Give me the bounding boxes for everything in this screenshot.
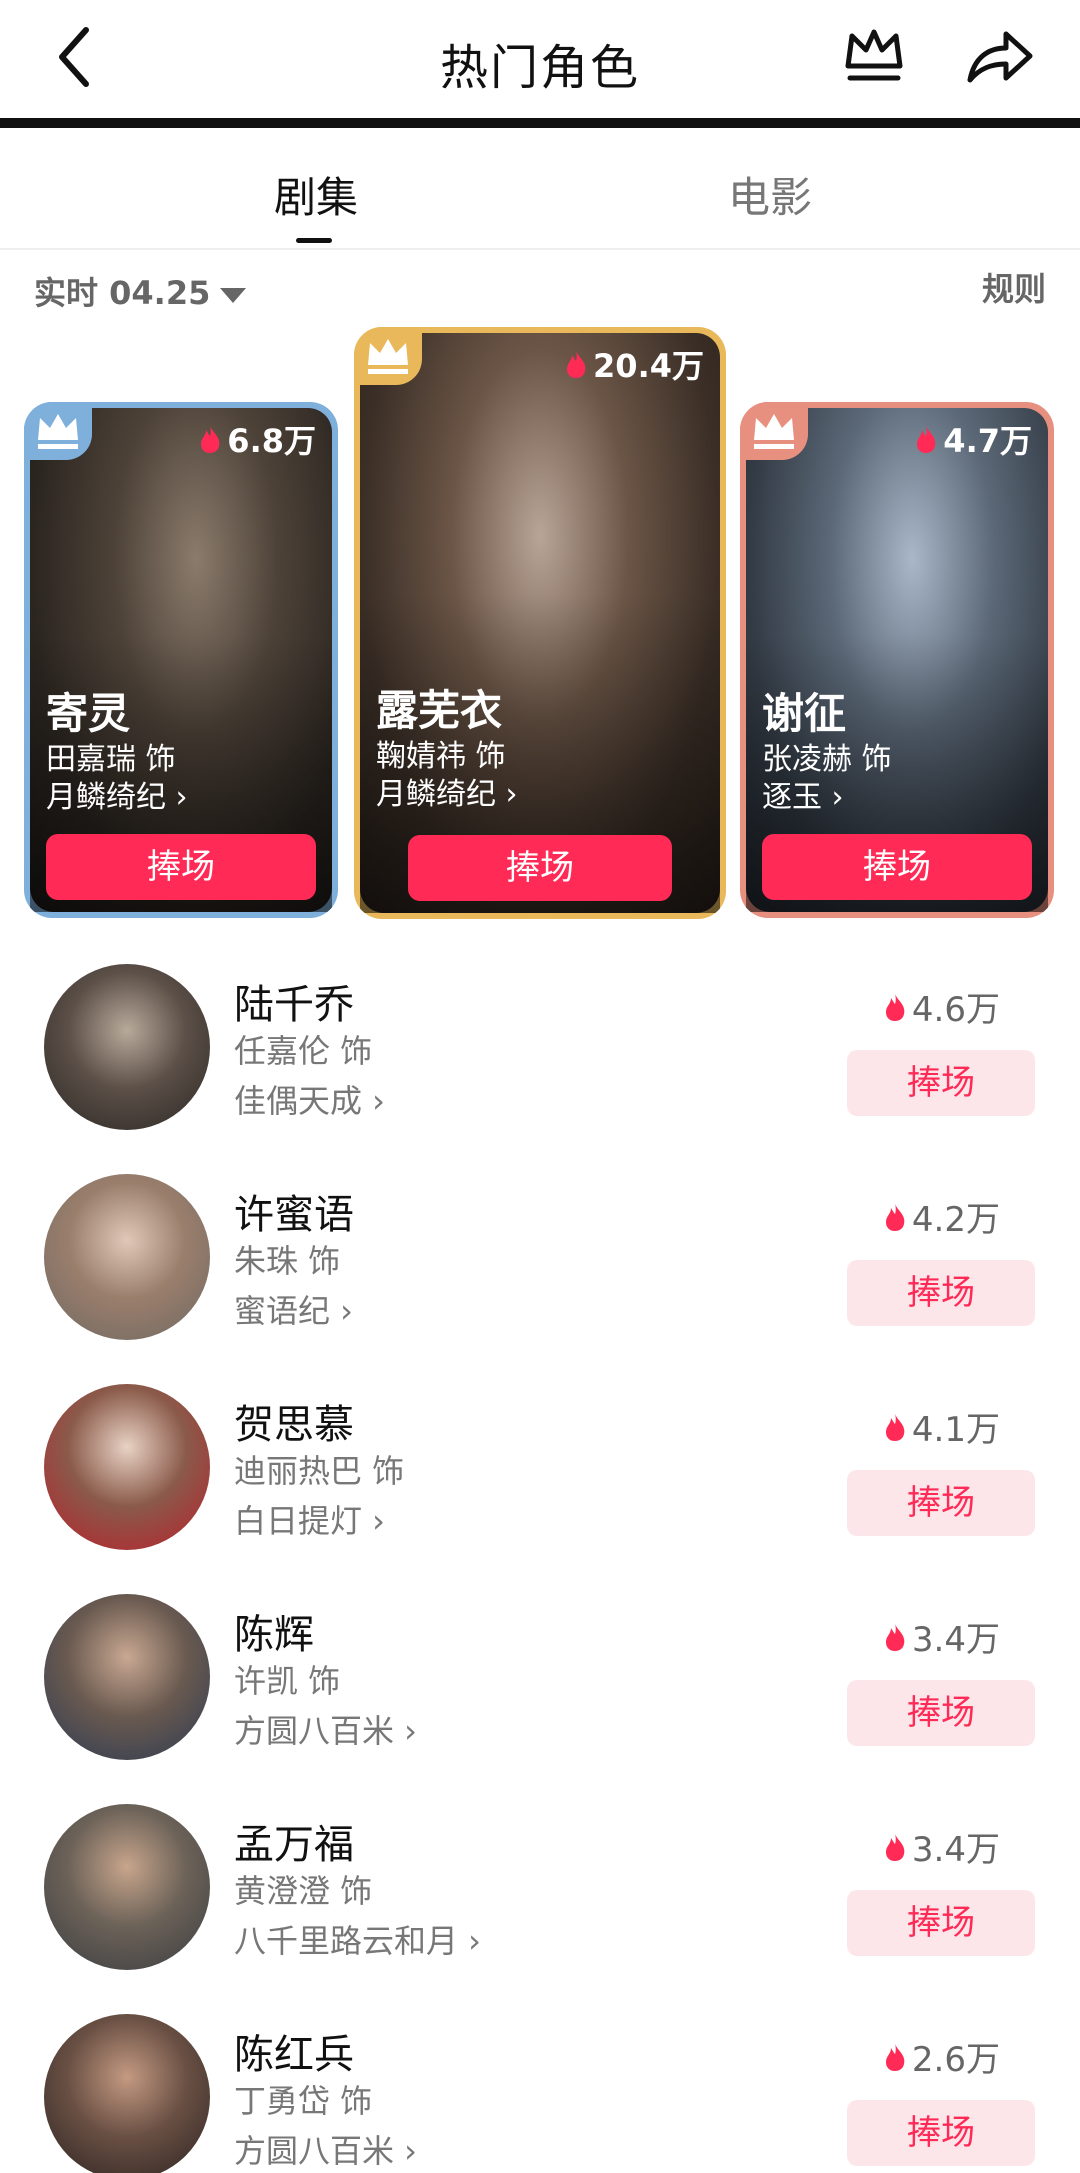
character-name: 陈辉	[234, 1612, 314, 1658]
show-link[interactable]: 逐玉 ›	[762, 772, 844, 816]
actor-name: 朱珠 饰	[234, 1242, 341, 1280]
actor-name: 任嘉伦 饰	[234, 1032, 373, 1070]
podium-card-third[interactable]: 4.7万 谢征 张凌赫 饰 逐玉 › 捧场	[740, 402, 1054, 918]
avatar	[44, 2014, 210, 2173]
header-divider	[0, 118, 1080, 128]
list-item[interactable]: 陆千乔 任嘉伦 饰 佳偶天成 › 4.6万 捧场	[0, 964, 1080, 1174]
list-item[interactable]: 许蜜语 朱珠 饰 蜜语纪 › 4.2万 捧场	[0, 1174, 1080, 1384]
character-name: 孟万福	[234, 1822, 354, 1868]
cheer-button[interactable]: 捧场	[847, 2100, 1035, 2166]
heat-count: 4.2万	[882, 1192, 1000, 1241]
character-poster	[360, 333, 720, 913]
caret-down-icon	[220, 287, 247, 303]
heat-count: 4.1万	[882, 1402, 1000, 1451]
show-link[interactable]: 八千里路云和月 ›	[234, 1916, 481, 1962]
cheer-button[interactable]: 捧场	[847, 1470, 1035, 1536]
character-name: 露芜衣	[376, 686, 503, 735]
actor-name: 丁勇岱 饰	[234, 2082, 373, 2120]
list-item[interactable]: 陈辉 许凯 饰 方圆八百米 › 3.4万 捧场	[0, 1594, 1080, 1804]
cheer-button[interactable]: 捧场	[847, 1890, 1035, 1956]
cheer-button[interactable]: 捧场	[847, 1680, 1035, 1746]
tab-movie[interactable]: 电影	[728, 164, 812, 225]
cheer-button[interactable]: 捧场	[847, 1050, 1035, 1116]
avatar	[44, 964, 210, 1130]
fire-icon	[885, 1833, 905, 1861]
heat-count: 2.6万	[882, 2032, 1000, 2081]
cheer-button[interactable]: 捧场	[408, 835, 672, 901]
character-name: 许蜜语	[234, 1192, 354, 1238]
show-link[interactable]: 月鳞绮纪 ›	[376, 769, 518, 813]
top-bar: 热门角色	[0, 0, 1080, 118]
character-name: 陈红兵	[234, 2032, 354, 2078]
heat-count: 4.6万	[882, 982, 1000, 1031]
active-tab-indicator	[296, 238, 332, 243]
page-title: 热门角色	[439, 40, 640, 96]
fire-icon	[567, 351, 586, 378]
fire-icon	[885, 1203, 905, 1231]
heat-badge: 20.4万	[563, 341, 704, 387]
share-arrow-icon[interactable]	[964, 24, 1036, 88]
fire-icon	[885, 2043, 905, 2071]
show-link[interactable]: 月鳞绮纪 ›	[46, 772, 188, 816]
show-link[interactable]: 白日提灯 ›	[234, 1496, 385, 1542]
podium-card-first[interactable]: 20.4万 露芜衣 鞠婧祎 饰 月鳞绮纪 › 捧场	[354, 327, 726, 919]
avatar	[44, 1174, 210, 1340]
cheer-button[interactable]: 捧场	[847, 1260, 1035, 1326]
show-link[interactable]: 佳偶天成 ›	[234, 1076, 385, 1122]
actor-name: 许凯 饰	[234, 1662, 341, 1700]
heat-count: 3.4万	[882, 1612, 1000, 1661]
crown-icon[interactable]	[842, 26, 906, 86]
fire-icon	[917, 426, 936, 453]
date-filter-label: 实时 04.25	[34, 274, 211, 312]
category-tabs: 剧集 电影	[0, 128, 1080, 250]
character-name: 陆千乔	[234, 982, 354, 1028]
heat-badge: 4.7万	[913, 416, 1032, 462]
list-item[interactable]: 陈红兵 丁勇岱 饰 方圆八百米 › 2.6万 捧场	[0, 2014, 1080, 2173]
crown-badge-gold	[354, 327, 422, 385]
tab-drama[interactable]: 剧集	[274, 164, 358, 225]
heat-badge: 6.8万	[197, 416, 316, 462]
character-name: 寄灵	[46, 689, 131, 738]
fire-icon	[885, 1623, 905, 1651]
avatar	[44, 1594, 210, 1760]
fire-icon	[885, 1413, 905, 1441]
cheer-button[interactable]: 捧场	[762, 834, 1032, 900]
avatar	[44, 1804, 210, 1970]
show-link[interactable]: 方圆八百米 ›	[234, 2126, 417, 2172]
show-link[interactable]: 方圆八百米 ›	[234, 1706, 417, 1752]
list-item[interactable]: 贺思慕 迪丽热巴 饰 白日提灯 › 4.1万 捧场	[0, 1384, 1080, 1594]
fire-icon	[885, 993, 905, 1021]
character-name: 贺思慕	[234, 1402, 354, 1448]
rules-link[interactable]: 规则	[982, 264, 1046, 310]
list-item[interactable]: 孟万福 黄澄澄 饰 八千里路云和月 › 3.4万 捧场	[0, 1804, 1080, 2014]
crown-badge-bronze	[740, 402, 808, 460]
heat-count: 3.4万	[882, 1822, 1000, 1871]
avatar	[44, 1384, 210, 1550]
podium-card-second[interactable]: 6.8万 寄灵 田嘉瑞 饰 月鳞绮纪 › 捧场	[24, 402, 338, 918]
show-link[interactable]: 蜜语纪 ›	[234, 1286, 353, 1332]
fire-icon	[201, 426, 220, 453]
cheer-button[interactable]: 捧场	[46, 834, 316, 900]
crown-badge-silver	[24, 402, 92, 460]
character-name: 谢征	[762, 689, 847, 738]
date-filter-dropdown[interactable]: 实时 04.25	[34, 268, 247, 314]
actor-name: 迪丽热巴 饰	[234, 1452, 405, 1490]
actor-name: 黄澄澄 饰	[234, 1872, 373, 1910]
